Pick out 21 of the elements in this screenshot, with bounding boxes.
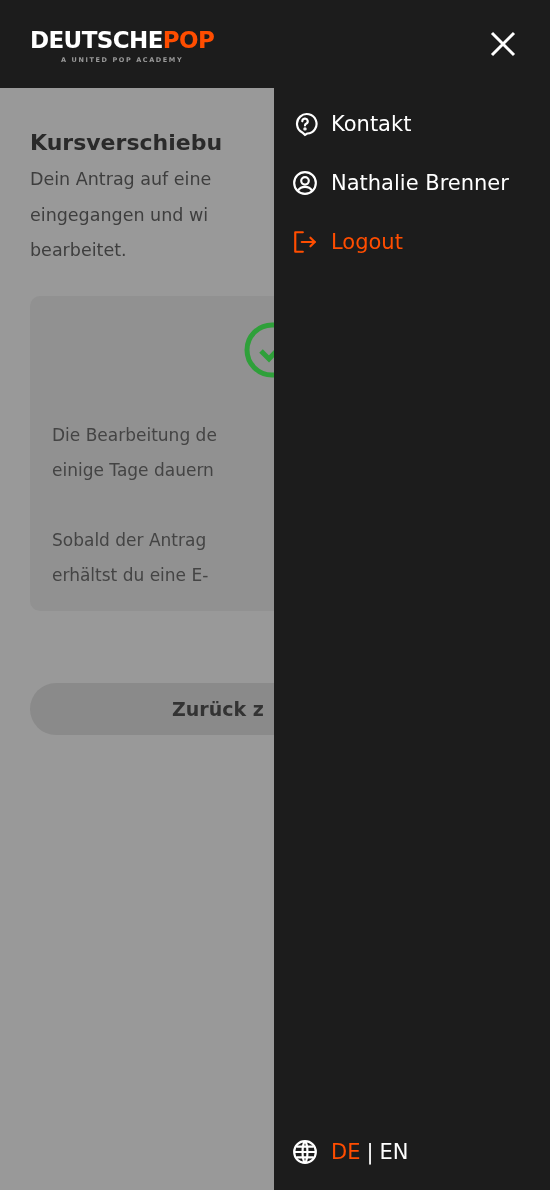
card-text: erhältst du eine E- — [52, 563, 209, 587]
card-text: Die Bearbeitung de — [52, 423, 217, 447]
intro-text: Dein Antrag auf eine — [30, 168, 212, 191]
menu-item[interactable]: Logout — [292, 222, 550, 262]
intro-text: eingegangen und wi — [30, 203, 209, 227]
logo-wordmark[interactable]: DEUTSCHEPOP — [30, 28, 215, 52]
logout-icon — [292, 229, 318, 255]
intro-text: bearbeitet. — [30, 239, 127, 262]
user-icon — [292, 170, 318, 196]
close-button[interactable] — [490, 31, 516, 57]
language-option[interactable]: EN — [379, 1140, 409, 1164]
language-option[interactable]: DE — [331, 1140, 361, 1164]
close-icon — [490, 31, 516, 57]
language-separator: | — [366, 1140, 374, 1164]
menu-item[interactable]: Kontakt — [292, 104, 550, 144]
check-icon — [244, 321, 274, 378]
globe-icon — [292, 1139, 318, 1165]
card-text: einige Tage dauern — [52, 458, 214, 482]
menu-item[interactable]: Nathalie Brenner — [292, 163, 550, 203]
page-title: Kursverschiebu — [30, 129, 223, 157]
card-text: Sobald der Antrag — [52, 528, 207, 552]
